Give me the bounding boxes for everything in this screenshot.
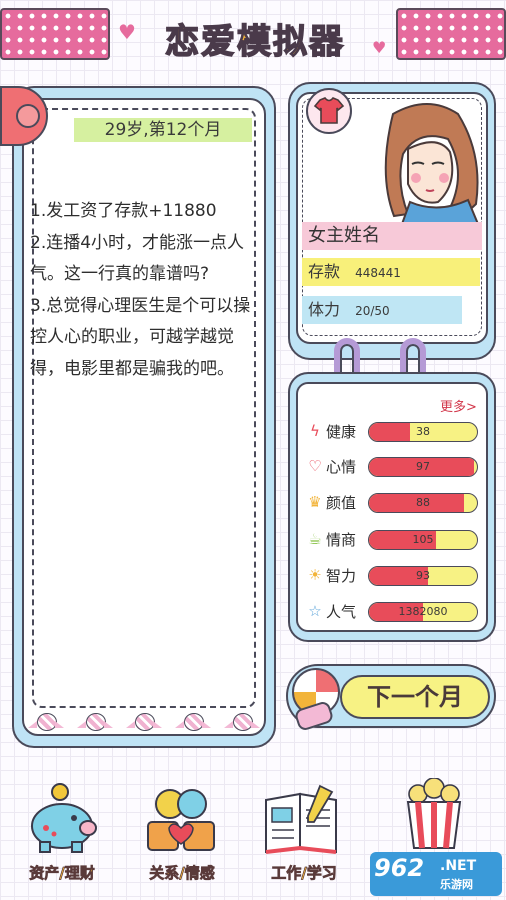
- stat-row-looks: ♛ 颜值 88: [306, 491, 486, 515]
- stat-label: 人气: [326, 603, 357, 621]
- candy-icon: [175, 712, 211, 731]
- stat-label: 颜值: [326, 494, 357, 512]
- nav-label-work: 工作/学习: [271, 864, 337, 883]
- story-text: 1.发工资了存款+11880 2.连播4小时，才能涨一点人气。这一行真的靠谱吗?…: [30, 196, 258, 385]
- stat-bar: 93: [368, 566, 478, 586]
- stat-bar: 1382080: [368, 602, 478, 622]
- app-title: 恋爱模拟器: [164, 21, 345, 63]
- shirt-icon: [313, 97, 345, 124]
- candy-icon: [77, 712, 113, 731]
- site-watermark: 962 .NET 乐游网: [370, 852, 502, 896]
- piggy-bank-icon: [31, 783, 97, 853]
- stat-row-iq: ☀ 智力 93: [306, 564, 486, 588]
- candy-icon: [28, 712, 64, 731]
- heart-icon: ♥: [372, 38, 387, 57]
- outfit-button[interactable]: [306, 88, 352, 134]
- next-month-button[interactable]: 下一个月: [340, 675, 490, 719]
- candy-icon: [126, 712, 162, 731]
- heart-outline-icon: ♡: [308, 457, 322, 475]
- stat-label: 心情: [326, 458, 357, 476]
- assets-button[interactable]: [22, 782, 100, 854]
- watermark-number: 962: [374, 854, 425, 882]
- age-label: 29岁,第12个月: [74, 118, 252, 142]
- entertainment-button[interactable]: [396, 777, 474, 850]
- notebook-icon: [265, 784, 337, 854]
- stat-value: 93: [416, 569, 430, 582]
- heroine-name: 女主姓名: [302, 222, 482, 250]
- stat-label: 情商: [326, 531, 357, 549]
- savings-value: 448441: [355, 266, 401, 280]
- stamina-value: 20/50: [355, 304, 390, 318]
- star-icon: ☆: [308, 602, 322, 620]
- stamina-label: 体力: [308, 300, 341, 319]
- story-line: 3.总觉得心理医生是个可以操控人心的职业，可越学越觉得，电影里都是骗我的吧。: [30, 295, 251, 379]
- candy-icon: [224, 712, 260, 731]
- stat-label: 智力: [326, 567, 357, 585]
- bulb-icon: ☀: [308, 566, 322, 584]
- heart-icon: ♥: [118, 20, 136, 44]
- stat-value: 105: [412, 533, 434, 546]
- candy-decor: [28, 712, 260, 734]
- stat-bar: 88: [368, 493, 478, 513]
- heart-cups-icon: [147, 789, 215, 851]
- nav-label-assets: 资产/理财: [29, 864, 95, 883]
- stat-bar: 97: [368, 457, 478, 477]
- stamina-field: 体力 20/50: [302, 296, 462, 324]
- stat-row-popularity: ☆ 人气 1382080: [306, 600, 486, 624]
- stat-value: 97: [416, 460, 430, 473]
- stat-value: 38: [416, 425, 430, 438]
- nav-label-relationship: 关系/情感: [149, 864, 215, 883]
- story-line: 2.连播4小时，才能涨一点人气。这一行真的靠谱吗?: [30, 232, 245, 285]
- popcorn-icon: [406, 777, 462, 849]
- crown-icon: ♛: [308, 493, 322, 511]
- savings-field: 存款 448441: [302, 258, 480, 286]
- more-link[interactable]: 更多>: [440, 396, 477, 415]
- lightning-icon: ϟ: [310, 422, 320, 440]
- stat-row-health: ϟ 健康 38: [306, 420, 486, 444]
- watermark-sub: 乐游网: [440, 878, 473, 891]
- stat-label: 健康: [326, 423, 357, 441]
- work-study-button[interactable]: [262, 782, 340, 854]
- cup-icon: ☕: [308, 530, 322, 548]
- stat-row-mood: ♡ 心情 97: [306, 455, 486, 479]
- header-decor-right: [396, 8, 506, 60]
- stat-value: 1382080: [398, 605, 448, 618]
- stat-row-eq: ☕ 情商 105: [306, 528, 486, 552]
- story-line: 1.发工资了存款+11880: [30, 201, 217, 221]
- savings-label: 存款: [308, 262, 341, 281]
- watermark-net: .NET: [440, 858, 477, 874]
- relationship-button[interactable]: [142, 782, 220, 854]
- header-decor-left: [0, 8, 110, 60]
- stat-bar: 105: [368, 530, 478, 550]
- stat-bar: 38: [368, 422, 478, 442]
- stat-value: 88: [416, 496, 430, 509]
